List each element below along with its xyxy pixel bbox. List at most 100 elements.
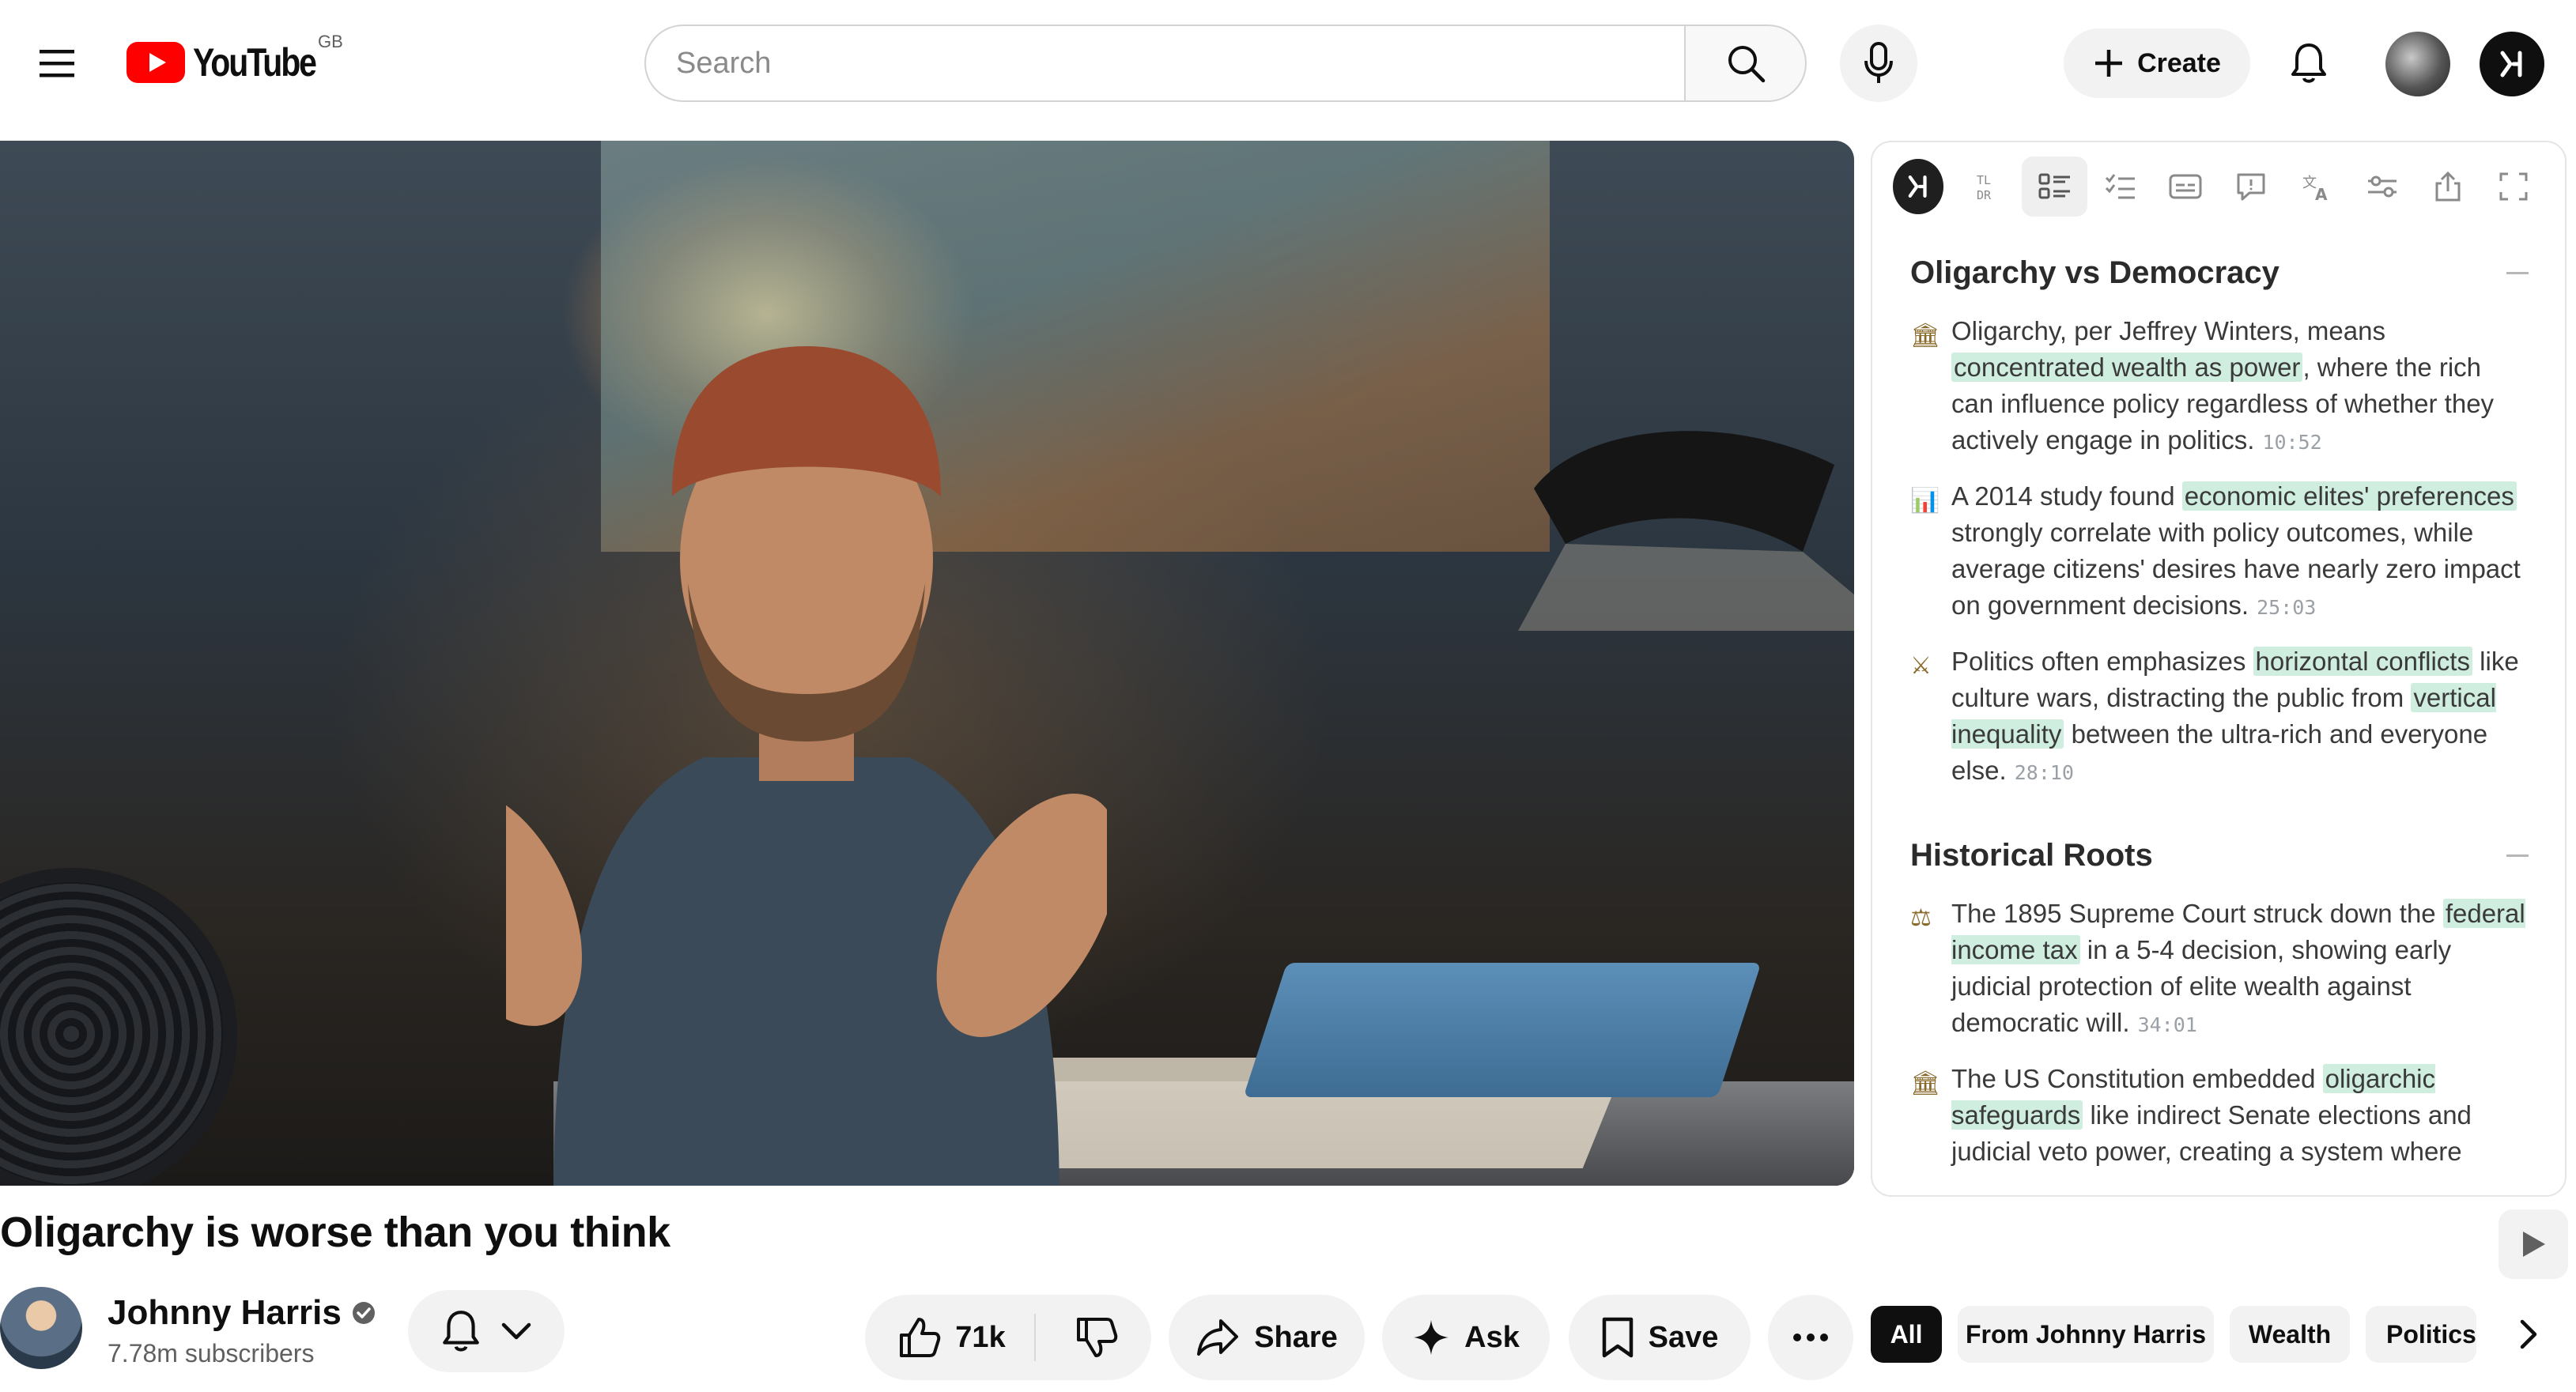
svg-text:TL: TL [1977,173,1991,187]
section-title: Historical Roots [1910,837,2153,873]
menu-button[interactable] [35,41,79,85]
notifications-button[interactable] [2274,28,2344,98]
video-title: Oligarchy is worse than you think [0,1209,670,1256]
scales-icon: ⚖ [1910,905,1932,931]
checklist-icon [2105,174,2135,199]
channel-name-row[interactable]: Johnny Harris [108,1293,376,1333]
sparkle-icon [1414,1320,1449,1355]
plus-icon [2095,50,2123,77]
comments-tool[interactable] [2219,157,2284,217]
voice-search-button[interactable] [1840,25,1917,102]
dislike-button[interactable] [1050,1316,1118,1359]
play-icon [2523,1232,2545,1257]
ask-label: Ask [1464,1320,1520,1354]
search-input[interactable] [644,25,1684,102]
video-player[interactable] [0,141,1854,1186]
tldr-tool[interactable]: TL DR [1956,157,2022,217]
chevron-right-icon [2520,1319,2537,1349]
search-button[interactable] [1684,25,1807,102]
youtube-logo[interactable]: YouTube [127,40,342,85]
logo-wordmark: YouTube [193,40,317,85]
summary-text: Oligarchy, per Jeffrey Winters, means co… [1951,313,2529,461]
summary-text-part: The US Constitution embedded [1951,1064,2323,1093]
like-count: 71k [955,1320,1006,1354]
bell-icon [443,1311,479,1352]
summary-tool[interactable] [2022,157,2088,217]
summary-text-part: Politics often emphasizes [1951,647,2253,676]
crossed-swords-icon: ⚔ [1910,653,1932,679]
expand-icon [2499,172,2528,201]
summary-panel: TL DR 文 A Oligarchy vs Democracy 🏛 Oliga… [1871,141,2567,1197]
summary-text-part: A 2014 study found [1951,481,2182,511]
comment-icon [2237,173,2265,201]
bell-icon [2291,43,2326,83]
fullscreen-tool[interactable] [2480,157,2546,217]
timestamp-link[interactable]: 28:10 [2015,761,2074,784]
translate-tool[interactable]: 文 A [2284,157,2350,217]
export-tool[interactable] [2415,157,2480,217]
extension-logo-icon [1908,175,1927,198]
search-bar [644,25,1807,102]
summary-text: Politics often emphasizes horizontal con… [1951,643,2529,791]
section-header[interactable]: Oligarchy vs Democracy [1910,250,2529,296]
hamburger-icon [40,50,74,77]
highlighted-phrase: economic elites' preferences [2181,481,2517,511]
section-title: Oligarchy vs Democracy [1910,255,2279,290]
timestamp-link[interactable]: 34:01 [2138,1013,2197,1036]
save-button[interactable]: Save [1569,1295,1751,1380]
chip-wealth[interactable]: Wealth [2230,1306,2350,1363]
like-button[interactable]: 71k [898,1314,1036,1361]
bank-icon: 🏛 [1910,1070,1941,1096]
more-actions-button[interactable] [1768,1295,1853,1380]
save-label: Save [1648,1320,1719,1354]
extension-logo-icon [2500,51,2522,77]
summary-item: 📊 A 2014 study found economic elites' pr… [1910,478,2529,626]
channel-name[interactable]: Johnny Harris [108,1293,342,1333]
chip-all[interactable]: All [1871,1306,1942,1363]
extension-button[interactable] [2480,32,2544,96]
chip-politics[interactable]: Politics [2366,1306,2476,1363]
summary-text: The 1895 Supreme Court struck down the f… [1951,896,2529,1043]
panel-logo-button[interactable] [1893,159,1944,214]
share-export-icon [2435,171,2461,202]
subscription-notifications-button[interactable] [408,1290,565,1372]
chips-next-button[interactable] [2499,1304,2559,1364]
summary-item: 🏛 Oligarchy, per Jeffrey Winters, means … [1910,313,2529,461]
summary-text: The US Constitution embedded oligarchic … [1951,1061,2529,1170]
summary-text: A 2014 study found economic elites' pref… [1951,478,2529,626]
timestamp-link[interactable]: 10:52 [2262,431,2321,454]
video-fan [0,868,237,1186]
checklist-tool[interactable] [2087,157,2153,217]
channel-avatar[interactable] [0,1287,82,1369]
summary-item: ⚔ Politics often emphasizes horizontal c… [1910,643,2529,791]
microphone-icon [1864,42,1893,83]
settings-tool[interactable] [2350,157,2415,217]
share-arrow-icon [1197,1319,1239,1356]
sliders-icon [2367,175,2397,198]
create-label: Create [2137,47,2221,78]
captions-icon [2169,174,2202,199]
highlighted-phrase: horizontal conflicts [2253,647,2472,676]
collapse-icon[interactable] [2506,854,2529,857]
create-button[interactable]: Create [2064,28,2250,98]
collapse-icon[interactable] [2506,271,2529,274]
video-books [1243,963,1762,1097]
summary-text-part: The 1895 Supreme Court struck down the [1951,899,2443,928]
timestamp-link[interactable]: 25:03 [2257,596,2316,619]
more-horizontal-icon [1793,1334,1828,1341]
video-desk-lamp [1518,431,1854,631]
ask-button[interactable]: Ask [1382,1295,1550,1380]
chip-from-channel[interactable]: From Johnny Harris [1958,1306,2214,1363]
tldr-icon: TL DR [1977,173,1992,202]
summary-item: 🏛 The US Constitution embedded oligarchi… [1910,1061,2529,1170]
share-button[interactable]: Share [1169,1295,1365,1380]
share-label: Share [1254,1320,1338,1354]
captions-tool[interactable] [2153,157,2219,217]
thumbs-down-icon [1076,1318,1117,1357]
account-avatar[interactable] [2385,32,2450,96]
video-presenter [506,346,1107,1186]
play-next-button[interactable] [2499,1209,2568,1279]
section-header[interactable]: Historical Roots [1910,832,2529,878]
summary-text-part: strongly correlate with policy outcomes,… [1951,518,2521,620]
highlighted-phrase: concentrated wealth as power [1951,353,2303,382]
